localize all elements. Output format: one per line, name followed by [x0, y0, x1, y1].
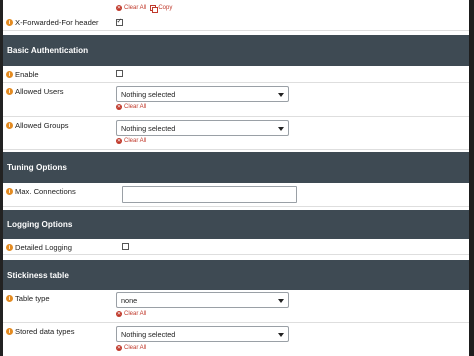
stored-data-types-label: Stored data types	[15, 327, 75, 336]
allowed-users-value: Nothing selected	[121, 89, 176, 99]
info-icon: i	[6, 188, 13, 195]
haproxy-settings-panel: ✕ Clear All Copy i X-Forwarded-For heade…	[0, 0, 474, 356]
detailed-logging-label-wrap: i Detailed Logging	[6, 243, 72, 252]
enable-checkbox[interactable]	[116, 70, 123, 77]
section-basic-auth: Basic Authentication	[3, 35, 469, 66]
table-type-select[interactable]: none	[116, 292, 289, 308]
chevron-down-icon	[278, 127, 284, 131]
allowed-groups-label: Allowed Groups	[15, 121, 69, 130]
chevron-down-icon	[278, 299, 284, 303]
info-icon: i	[6, 122, 13, 129]
enable-label: Enable	[15, 70, 39, 79]
info-icon: i	[6, 295, 13, 302]
allowed-users-label: Allowed Users	[15, 87, 64, 96]
detailed-logging-row: i Detailed Logging	[3, 239, 469, 255]
clear-icon: ✕	[116, 345, 122, 351]
allowed-groups-label-wrap: i Allowed Groups	[6, 121, 69, 130]
max-connections-label-wrap: i Max. Connections	[6, 187, 76, 196]
clear-icon: ✕	[116, 5, 122, 11]
info-icon: i	[6, 19, 13, 26]
stored-data-types-clear-label[interactable]: Clear All	[124, 345, 146, 351]
allowed-groups-select[interactable]: Nothing selected	[116, 120, 289, 136]
detailed-logging-label: Detailed Logging	[15, 243, 72, 252]
table-type-clear[interactable]: ✕ Clear All	[116, 311, 146, 317]
clear-icon: ✕	[116, 138, 122, 144]
allowed-groups-row: i Allowed Groups Nothing selected ✕ Clea…	[3, 117, 469, 150]
enable-label-wrap: i Enable	[6, 70, 39, 79]
table-type-label-wrap: i Table type	[6, 294, 50, 303]
allowed-users-select[interactable]: Nothing selected	[116, 86, 289, 102]
table-type-value: none	[121, 295, 138, 305]
clear-icon: ✕	[116, 311, 122, 317]
copy-link[interactable]: Copy	[158, 5, 172, 11]
max-connections-row: i Max. Connections	[3, 183, 469, 207]
info-icon: i	[6, 244, 13, 251]
chevron-down-icon	[278, 93, 284, 97]
form-content: ✕ Clear All Copy i X-Forwarded-For heade…	[3, 0, 469, 356]
stored-data-types-clear[interactable]: ✕ Clear All	[116, 345, 146, 351]
table-type-clear-label[interactable]: Clear All	[124, 311, 146, 317]
copy-icon	[150, 5, 159, 13]
allowed-groups-clear[interactable]: ✕ Clear All	[116, 138, 146, 144]
max-connections-input[interactable]	[122, 186, 297, 203]
xff-label: X-Forwarded-For header	[15, 18, 99, 27]
allowed-users-clear-label[interactable]: Clear All	[124, 104, 146, 110]
info-icon: i	[6, 328, 13, 335]
allowed-groups-value: Nothing selected	[121, 123, 176, 133]
max-connections-label: Max. Connections	[15, 187, 76, 196]
clear-icon: ✕	[116, 104, 122, 110]
detailed-logging-checkbox[interactable]	[122, 243, 129, 250]
stored-data-types-value: Nothing selected	[121, 329, 176, 339]
window-edge-right	[469, 0, 474, 356]
allowed-groups-clear-label[interactable]: Clear All	[124, 138, 146, 144]
enable-row: i Enable	[3, 66, 469, 83]
xff-label-wrap: i X-Forwarded-For header	[6, 18, 99, 27]
clear-all-link[interactable]: Clear All	[124, 5, 146, 11]
xff-row: i X-Forwarded-For header	[3, 14, 469, 31]
stored-data-types-select[interactable]: Nothing selected	[116, 326, 289, 342]
info-icon: i	[6, 71, 13, 78]
section-stickiness: Stickiness table	[3, 260, 469, 290]
info-icon: i	[6, 88, 13, 95]
top-actions: ✕ Clear All Copy	[116, 4, 172, 13]
xff-checkbox[interactable]	[116, 17, 123, 26]
section-tuning: Tuning Options	[3, 152, 469, 183]
stored-data-types-label-wrap: i Stored data types	[6, 327, 75, 336]
allowed-users-label-wrap: i Allowed Users	[6, 87, 64, 96]
allowed-users-row: i Allowed Users Nothing selected ✕ Clear…	[3, 83, 469, 117]
section-logging: Logging Options	[3, 210, 469, 239]
stored-data-types-row: i Stored data types Nothing selected ✕ C…	[3, 323, 469, 356]
table-type-label: Table type	[15, 294, 50, 303]
allowed-users-clear[interactable]: ✕ Clear All	[116, 104, 146, 110]
table-type-row: i Table type none ✕ Clear All	[3, 290, 469, 323]
chevron-down-icon	[278, 333, 284, 337]
